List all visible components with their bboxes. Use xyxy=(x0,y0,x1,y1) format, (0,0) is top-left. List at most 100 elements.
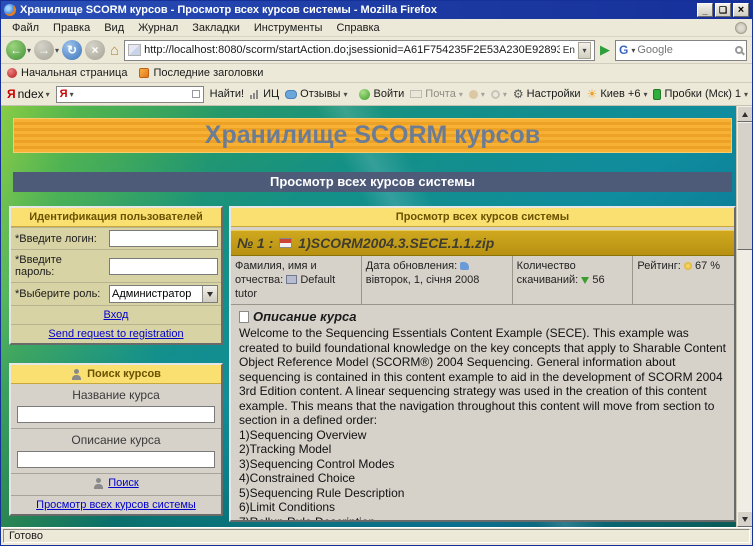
reviews-dropdown-icon[interactable]: ▾ xyxy=(343,90,347,99)
search-title-text: Поиск курсов xyxy=(87,368,161,380)
yandex-brand-dropdown-icon[interactable]: ▾ xyxy=(46,90,50,99)
navigation-toolbar: ← ▾ → ▾ ↻ × ⌂ http://localhost:8080/scor… xyxy=(1,37,752,64)
menu-edit[interactable]: Правка xyxy=(46,20,97,36)
rating-value: 67 % xyxy=(694,260,721,272)
service2-icon xyxy=(490,89,500,99)
home-button[interactable]: ⌂ xyxy=(110,42,119,59)
menu-bookmarks[interactable]: Закладки xyxy=(185,20,247,36)
menu-history[interactable]: Журнал xyxy=(131,20,185,36)
yandex-mail-disabled: Почта ▾ xyxy=(410,88,463,100)
courses-main-panel: Просмотр всех курсов системы № 1 : 1)SCO… xyxy=(229,206,736,522)
downloads-value: 56 xyxy=(592,274,605,286)
login-label[interactable]: Войти xyxy=(373,88,404,100)
yandex-brand-menu[interactable]: Яndex ▾ xyxy=(7,87,50,101)
window-controls: _ ❏ × xyxy=(697,3,749,17)
web-search-input[interactable] xyxy=(637,44,733,56)
arrow-up-icon xyxy=(742,111,748,117)
weather-dropdown-icon[interactable]: ▾ xyxy=(643,90,647,99)
restore-button[interactable]: ❏ xyxy=(715,3,731,17)
yandex-search-input[interactable] xyxy=(75,87,190,101)
bookmark-home-page[interactable]: Начальная страница xyxy=(7,67,127,79)
yandex-reviews[interactable]: Отзывы ▾ xyxy=(285,88,347,100)
scroll-down-button[interactable] xyxy=(737,511,752,527)
description-heading: Описание курса xyxy=(239,307,726,326)
traffic-dropdown-icon[interactable]: ▾ xyxy=(744,90,748,99)
login-row: *Введите логин: xyxy=(11,227,221,249)
yandex-field-dropdown-icon[interactable]: ▾ xyxy=(70,90,74,99)
registration-link[interactable]: Send request to registration xyxy=(48,328,183,340)
course-flag-icon xyxy=(279,238,293,248)
bookmark-label[interactable]: Последние заголовки xyxy=(153,67,263,79)
menu-file[interactable]: Файл xyxy=(5,20,46,36)
yandex-search-field[interactable]: Я ▾ xyxy=(55,85,204,103)
search-engine-dropdown-icon[interactable]: ▾ xyxy=(631,46,635,55)
toc-item: 1)Sequencing Overview xyxy=(239,427,367,442)
course-desc-input[interactable] xyxy=(17,451,215,468)
settings-label[interactable]: Настройки xyxy=(527,88,581,100)
vertical-scrollbar[interactable] xyxy=(736,106,752,527)
yandex-find-button[interactable]: Найти! xyxy=(210,88,244,100)
search-panel-title: Поиск курсов xyxy=(11,365,221,384)
weather-label[interactable]: Киев +6 xyxy=(600,88,640,100)
course-rating-cell: Рейтинг: 67 % xyxy=(633,256,734,304)
yandex-logo-rest: ndex xyxy=(17,87,44,101)
menu-tools[interactable]: Инструменты xyxy=(247,20,330,36)
weather-icon: ☀ xyxy=(586,87,598,101)
web-search-box[interactable]: G ▾ xyxy=(615,39,747,61)
reload-button[interactable]: ↻ xyxy=(62,40,83,60)
select-dropdown-icon[interactable] xyxy=(202,286,217,302)
search-link[interactable]: Поиск xyxy=(108,477,138,489)
scroll-up-button[interactable] xyxy=(737,106,752,122)
toc-item: 3)Sequencing Control Modes xyxy=(239,456,395,471)
yandex-traffic[interactable]: Пробки (Мск) 1 ▾ xyxy=(653,88,748,100)
yandex-service-disabled: ▾ xyxy=(468,89,485,99)
site-banner: Хранилище SCORM курсов xyxy=(13,118,732,153)
description-title-text: Описание курса xyxy=(253,309,357,324)
url-bar[interactable]: http://localhost:8080/scorm/startAction.… xyxy=(124,39,595,61)
language-indicator: En xyxy=(562,44,575,56)
yandex-login[interactable]: Войти xyxy=(359,88,404,100)
yandex-citation-index[interactable]: ИЦ xyxy=(250,88,279,100)
scrollbar-thumb[interactable] xyxy=(737,122,752,250)
back-button[interactable]: ← xyxy=(6,40,26,60)
forward-button[interactable]: → xyxy=(34,40,55,60)
yandex-weather[interactable]: ☀ Киев +6 ▾ xyxy=(587,87,648,101)
description-icon xyxy=(239,310,249,323)
citation-label[interactable]: ИЦ xyxy=(263,88,279,100)
login-input[interactable] xyxy=(109,230,218,247)
stop-button[interactable]: × xyxy=(85,40,106,60)
yandex-settings[interactable]: ⚙ Настройки xyxy=(513,87,581,101)
course-number: № 1 : xyxy=(237,235,274,251)
search-magnifier-icon[interactable] xyxy=(735,46,743,54)
view-all-courses-link[interactable]: Просмотр всех курсов системы xyxy=(36,499,196,511)
course-name-input[interactable] xyxy=(17,406,215,423)
bookmarks-bar: Начальная страница Последние заголовки xyxy=(1,64,752,83)
yandex-service2-disabled: ▾ xyxy=(490,89,507,99)
password-row: *Введите пароль: xyxy=(11,249,221,282)
search-person-icon xyxy=(71,368,82,380)
go-button[interactable]: ▶ xyxy=(598,42,612,58)
forward-dropdown-icon[interactable]: ▾ xyxy=(55,46,59,55)
description-text: Welcome to the Sequencing Essentials Con… xyxy=(239,326,727,428)
role-select[interactable]: Администратор xyxy=(109,285,218,303)
minimize-button[interactable]: _ xyxy=(697,3,713,17)
menu-help[interactable]: Справка xyxy=(329,20,386,36)
traffic-light-icon xyxy=(653,88,662,100)
traffic-label[interactable]: Пробки (Мск) 1 xyxy=(664,88,741,100)
menu-view[interactable]: Вид xyxy=(97,20,131,36)
service-icon xyxy=(468,89,478,99)
enter-link[interactable]: Вход xyxy=(104,309,129,321)
role-label: *Выберите роль: xyxy=(15,288,101,300)
yandex-field-checkbox[interactable] xyxy=(191,90,200,98)
url-text[interactable]: http://localhost:8080/scorm/startAction.… xyxy=(144,44,560,56)
back-dropdown-icon[interactable]: ▾ xyxy=(27,46,31,55)
reviews-label[interactable]: Отзывы xyxy=(300,88,340,100)
bookmark-label[interactable]: Начальная страница xyxy=(21,67,127,79)
password-input[interactable] xyxy=(109,257,218,275)
url-dropdown-icon[interactable]: ▾ xyxy=(578,41,591,59)
bookmark-latest-headlines[interactable]: Последние заголовки xyxy=(139,67,263,79)
auth-panel: Идентификация пользователей *Введите лог… xyxy=(9,206,223,345)
throbber-icon xyxy=(735,21,747,34)
mail-icon xyxy=(410,90,423,98)
close-button[interactable]: × xyxy=(733,3,749,17)
